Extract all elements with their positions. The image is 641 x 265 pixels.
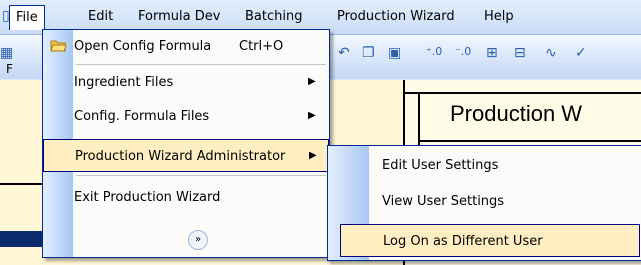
menu-item-edit-user-settings[interactable]: Edit User Settings bbox=[328, 149, 641, 182]
menu-separator bbox=[76, 175, 326, 176]
menu-item-log-on-as-different-user[interactable]: Log On as Different User bbox=[340, 224, 640, 257]
copy-icon[interactable]: ❐ bbox=[362, 45, 375, 61]
decimal-increase-icon[interactable]: ⁺.0 bbox=[426, 45, 442, 58]
insert-row-icon[interactable]: ⊞ bbox=[486, 45, 498, 61]
menu-item-exit-production-wizard[interactable]: Exit Production Wizard bbox=[43, 181, 329, 214]
menu-item-production-wizard-administrator[interactable]: Production Wizard Administrator ▶ bbox=[43, 139, 329, 172]
submenu-arrow-icon: ▶ bbox=[308, 110, 316, 121]
panel-border bbox=[403, 92, 641, 94]
left-pane-letter: F bbox=[6, 62, 13, 76]
menu-file[interactable]: File bbox=[9, 5, 45, 30]
panel-border bbox=[418, 140, 641, 142]
menu-batching[interactable]: Batching bbox=[245, 9, 302, 24]
file-menu-dropdown: Open Config Formula Ctrl+O Ingredient Fi… bbox=[42, 29, 330, 258]
submenu-arrow-icon: ▶ bbox=[309, 150, 317, 161]
production-wizard-title: Production W bbox=[450, 101, 583, 126]
insert-column-icon[interactable]: ⊟ bbox=[514, 45, 526, 61]
new-icon[interactable]: ▦ bbox=[0, 45, 13, 61]
panel-border bbox=[418, 92, 420, 152]
left-pane-border bbox=[0, 183, 42, 185]
menu-formula-dev[interactable]: Formula Dev bbox=[138, 9, 220, 24]
menu-item-config-formula-files[interactable]: Config. Formula Files ▶ bbox=[43, 100, 329, 133]
decimal-decrease-icon[interactable]: ⁻.0 bbox=[455, 45, 471, 58]
wave-icon[interactable]: ∿ bbox=[545, 45, 557, 61]
admin-submenu: Edit User Settings View User Settings Lo… bbox=[327, 145, 641, 261]
menu-separator bbox=[76, 64, 326, 65]
menu-item-open-config-formula[interactable]: Open Config Formula Ctrl+O bbox=[43, 30, 329, 63]
undo-icon[interactable]: ↶ bbox=[338, 45, 350, 61]
menu-production-wizard[interactable]: Production Wizard bbox=[337, 9, 455, 24]
menu-item-ingredient-files[interactable]: Ingredient Files ▶ bbox=[43, 66, 329, 99]
paste-icon[interactable]: ▣ bbox=[388, 45, 401, 61]
left-pane-bar bbox=[0, 231, 42, 247]
menu-item-view-user-settings[interactable]: View User Settings bbox=[328, 185, 641, 218]
menu-help[interactable]: Help bbox=[484, 9, 514, 24]
double-chevron-down-icon[interactable]: » bbox=[188, 230, 208, 250]
menu-edit[interactable]: Edit bbox=[88, 9, 113, 24]
submenu-arrow-icon: ▶ bbox=[308, 76, 316, 87]
check-icon[interactable]: ✓ bbox=[575, 45, 587, 61]
